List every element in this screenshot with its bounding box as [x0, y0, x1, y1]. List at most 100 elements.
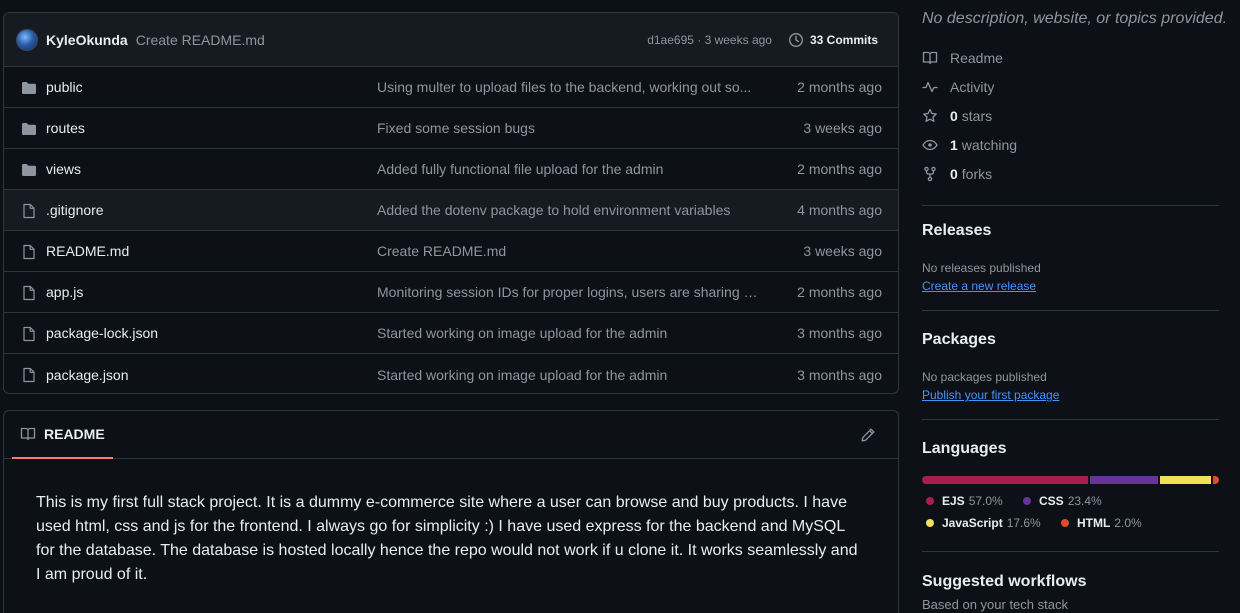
- file-commit-time: 3 weeks ago: [803, 243, 882, 259]
- language-item[interactable]: JavaScript 17.6%: [926, 516, 1041, 530]
- file-commit-message-link[interactable]: Added the dotenv package to hold environ…: [377, 202, 762, 218]
- language-bar-segment: [1213, 476, 1219, 484]
- file-commit-time: 2 months ago: [797, 79, 882, 95]
- file-name-link[interactable]: public: [46, 79, 83, 95]
- language-bar-segment: [1159, 476, 1212, 484]
- file-row[interactable]: app.js Monitoring session IDs for proper …: [4, 272, 898, 313]
- activity-link-label: Activity: [950, 79, 995, 95]
- book-icon: [922, 51, 938, 65]
- readme-link-label: Readme: [950, 50, 1003, 66]
- file-commit-time: 3 months ago: [797, 366, 882, 383]
- pencil-icon: [861, 428, 875, 442]
- forks-link[interactable]: 0 forks: [922, 166, 992, 182]
- language-item[interactable]: CSS 23.4%: [1023, 494, 1102, 508]
- readme-panel: README This is my first full stack proje…: [3, 410, 899, 613]
- language-item[interactable]: HTML 2.0%: [1061, 516, 1142, 530]
- language-name: JavaScript: [942, 516, 1003, 530]
- readme-tab-label: README: [44, 426, 105, 442]
- language-name: EJS: [942, 494, 965, 508]
- packages-title[interactable]: Packages: [922, 331, 996, 349]
- suggested-workflows-title: Suggested workflows: [922, 573, 1087, 590]
- latest-commit-bar: KyleOkunda Create README.md d1ae695 · 3 …: [4, 13, 898, 67]
- watching-link[interactable]: 1 watching: [922, 137, 1017, 153]
- watching-count: 1: [950, 137, 958, 153]
- stars-count: 0: [950, 108, 958, 124]
- file-commit-message-link[interactable]: Fixed some session bugs: [377, 120, 762, 136]
- file-name-link[interactable]: .gitignore: [46, 202, 104, 218]
- file-icon: [23, 367, 35, 383]
- folder-icon: [22, 82, 36, 94]
- language-color-dot: [926, 519, 934, 527]
- watching-label: watching: [961, 137, 1018, 153]
- commit-author-link[interactable]: KyleOkunda: [46, 32, 128, 48]
- tab-readme[interactable]: README: [12, 411, 113, 459]
- about-description: No description, website, or topics provi…: [922, 10, 1228, 27]
- file-row[interactable]: routes Fixed some session bugs 3 weeks ago: [4, 108, 898, 149]
- language-percent: 23.4%: [1067, 494, 1102, 508]
- publish-package-link[interactable]: Publish your first package: [922, 388, 1059, 402]
- file-row[interactable]: views Added fully functional file upload …: [4, 149, 898, 190]
- file-row[interactable]: public Using multer to upload files to th…: [4, 67, 898, 108]
- language-bar-segment: [922, 476, 1088, 484]
- readme-content: This is my first full stack project. It …: [36, 494, 858, 583]
- language-color-dot: [1061, 519, 1069, 527]
- folder-icon: [22, 123, 36, 135]
- file-row[interactable]: package.json Started working on image upl…: [4, 354, 898, 393]
- languages-title: Languages: [922, 440, 1007, 457]
- language-item[interactable]: EJS 57.0%: [926, 494, 1003, 508]
- file-commit-time: 2 months ago: [797, 161, 882, 177]
- folder-icon: [22, 164, 36, 176]
- create-release-link[interactable]: Create a new release: [922, 279, 1036, 293]
- fork-icon: [924, 166, 936, 182]
- file-name-link[interactable]: package-lock.json: [46, 325, 158, 341]
- readme-link[interactable]: Readme: [922, 50, 1003, 66]
- file-commit-time: 2 months ago: [797, 284, 882, 300]
- language-bar-segment: [1089, 476, 1158, 484]
- stars-link[interactable]: 0 stars: [922, 108, 992, 124]
- language-percent: 57.0%: [968, 494, 1003, 508]
- commit-sha-time[interactable]: d1ae695 · 3 weeks ago: [647, 33, 772, 47]
- file-commit-time: 4 months ago: [797, 202, 882, 218]
- file-icon: [23, 203, 35, 219]
- eye-icon: [922, 139, 938, 151]
- language-color-dot: [926, 497, 934, 505]
- language-name: HTML: [1077, 516, 1111, 530]
- latest-commit-message[interactable]: Create README.md: [136, 32, 265, 48]
- file-name-link[interactable]: package.json: [46, 367, 129, 383]
- pulse-icon: [922, 81, 938, 93]
- divider: [922, 419, 1219, 420]
- file-commit-time: 3 weeks ago: [803, 120, 882, 136]
- avatar[interactable]: [16, 28, 38, 51]
- file-name-link[interactable]: routes: [46, 120, 85, 136]
- file-name-link[interactable]: app.js: [46, 284, 83, 300]
- language-percent: 17.6%: [1006, 516, 1041, 530]
- file-commit-time: 3 months ago: [797, 325, 882, 341]
- file-icon: [23, 244, 35, 260]
- file-browser: KyleOkunda Create README.md d1ae695 · 3 …: [3, 12, 899, 394]
- language-name: CSS: [1039, 494, 1064, 508]
- forks-count: 0: [950, 166, 958, 182]
- file-row[interactable]: .gitignore Added the dotenv package to ho…: [4, 190, 898, 231]
- language-percent: 2.0%: [1114, 516, 1142, 530]
- file-row[interactable]: package-lock.json Started working on imag…: [4, 313, 898, 354]
- commits-history-link[interactable]: 33 Commits: [788, 32, 878, 48]
- file-commit-message-link[interactable]: Create README.md: [377, 243, 762, 259]
- file-commit-message-link[interactable]: Started working on image upload for the …: [377, 367, 762, 383]
- language-color-dot: [1023, 497, 1031, 505]
- file-commit-message-link[interactable]: Started working on image upload for the …: [377, 325, 762, 341]
- releases-empty-text: No releases published: [922, 261, 1041, 275]
- book-icon: [20, 427, 36, 441]
- file-commit-message-link[interactable]: Monitoring session IDs for proper logins…: [377, 284, 762, 300]
- divider: [922, 310, 1219, 311]
- activity-link[interactable]: Activity: [922, 79, 994, 95]
- file-name-link[interactable]: views: [46, 161, 81, 177]
- file-name-link[interactable]: README.md: [46, 243, 129, 259]
- file-icon: [23, 285, 35, 301]
- star-icon: [923, 108, 937, 122]
- file-commit-message-link[interactable]: Added fully functional file upload for t…: [377, 161, 762, 177]
- releases-title[interactable]: Releases: [922, 222, 991, 240]
- file-row[interactable]: README.md Create README.md 3 weeks ago: [4, 231, 898, 272]
- history-icon: [788, 32, 803, 47]
- file-commit-message-link[interactable]: Using multer to upload files to the back…: [377, 79, 762, 95]
- edit-readme-button[interactable]: [860, 427, 876, 446]
